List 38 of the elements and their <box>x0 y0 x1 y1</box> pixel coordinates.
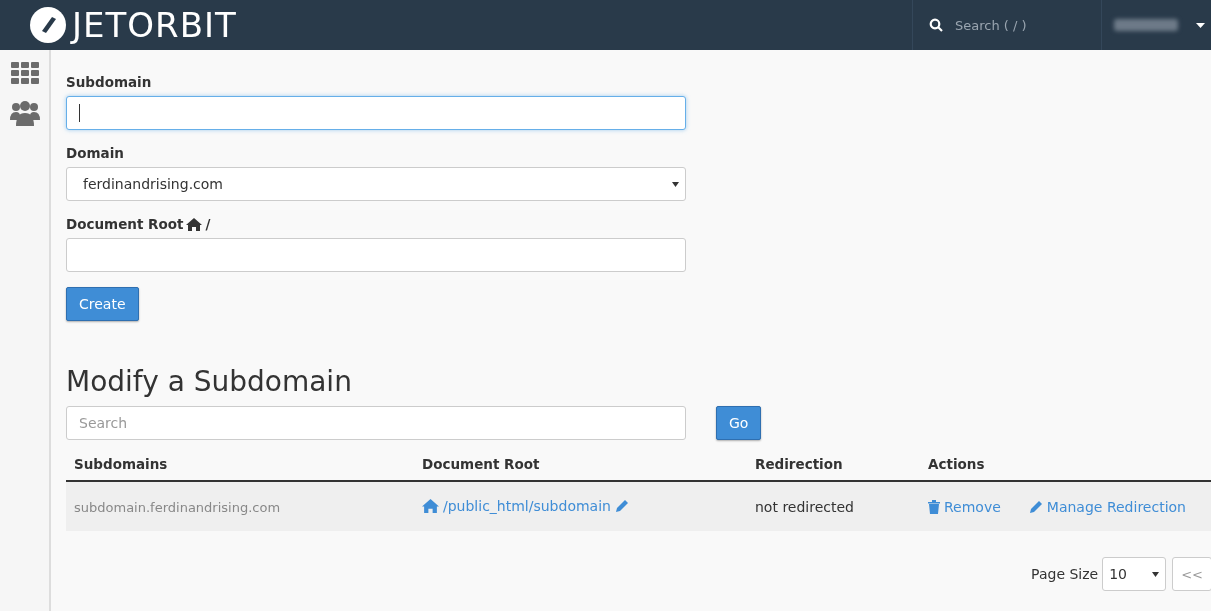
redirection-cell: not redirected <box>755 498 854 515</box>
home-icon <box>186 217 203 231</box>
create-button[interactable]: Create <box>66 287 139 321</box>
manage-redirection-link[interactable]: Manage Redirection <box>1028 498 1186 515</box>
pencil-icon[interactable] <box>614 498 629 513</box>
document-root-link[interactable]: /public_html/subdomain <box>443 497 611 514</box>
subdomain-cell: subdomain.ferdinandrising.com <box>74 499 281 515</box>
field-label: Domain <box>66 145 124 161</box>
column-header: Subdomains <box>74 456 168 472</box>
column-header: Redirection <box>755 456 843 472</box>
caret-icon <box>1152 571 1160 577</box>
caret-icon <box>1196 22 1205 28</box>
field-label: Subdomain <box>66 74 152 90</box>
text-input-field[interactable] <box>66 238 686 272</box>
go-button[interactable]: Go <box>716 406 762 440</box>
section-title: Modify a Subdomain <box>66 365 353 398</box>
page-size-select[interactable]: 10 <box>1102 557 1167 591</box>
brand-logo[interactable]: JETORBIT <box>72 5 237 45</box>
column-header: Actions <box>928 456 985 472</box>
blurred-username <box>1114 19 1178 31</box>
home-icon <box>422 498 439 513</box>
search-field[interactable]: Search <box>66 406 686 440</box>
column-header: Document Root <box>422 456 540 472</box>
previous-page-button[interactable]: << <box>1172 557 1211 591</box>
text-input-field[interactable] <box>66 96 686 130</box>
page-size-label: Page Size <box>1031 566 1099 582</box>
pencil-icon <box>1028 499 1043 514</box>
users-icon[interactable] <box>9 100 40 126</box>
grid-icon[interactable] <box>10 62 39 84</box>
domain-select[interactable]: ferdinandrising.com <box>66 167 686 201</box>
header-search-field[interactable]: Search ( / ) <box>953 16 1077 34</box>
search-icon <box>929 18 943 32</box>
text-cursor <box>79 104 80 122</box>
caret-icon <box>672 181 679 187</box>
field-label: Document Root <box>66 216 184 232</box>
path-separator: / <box>205 216 211 232</box>
remove-link[interactable]: Remove <box>928 498 1001 515</box>
trash-icon <box>928 499 940 514</box>
